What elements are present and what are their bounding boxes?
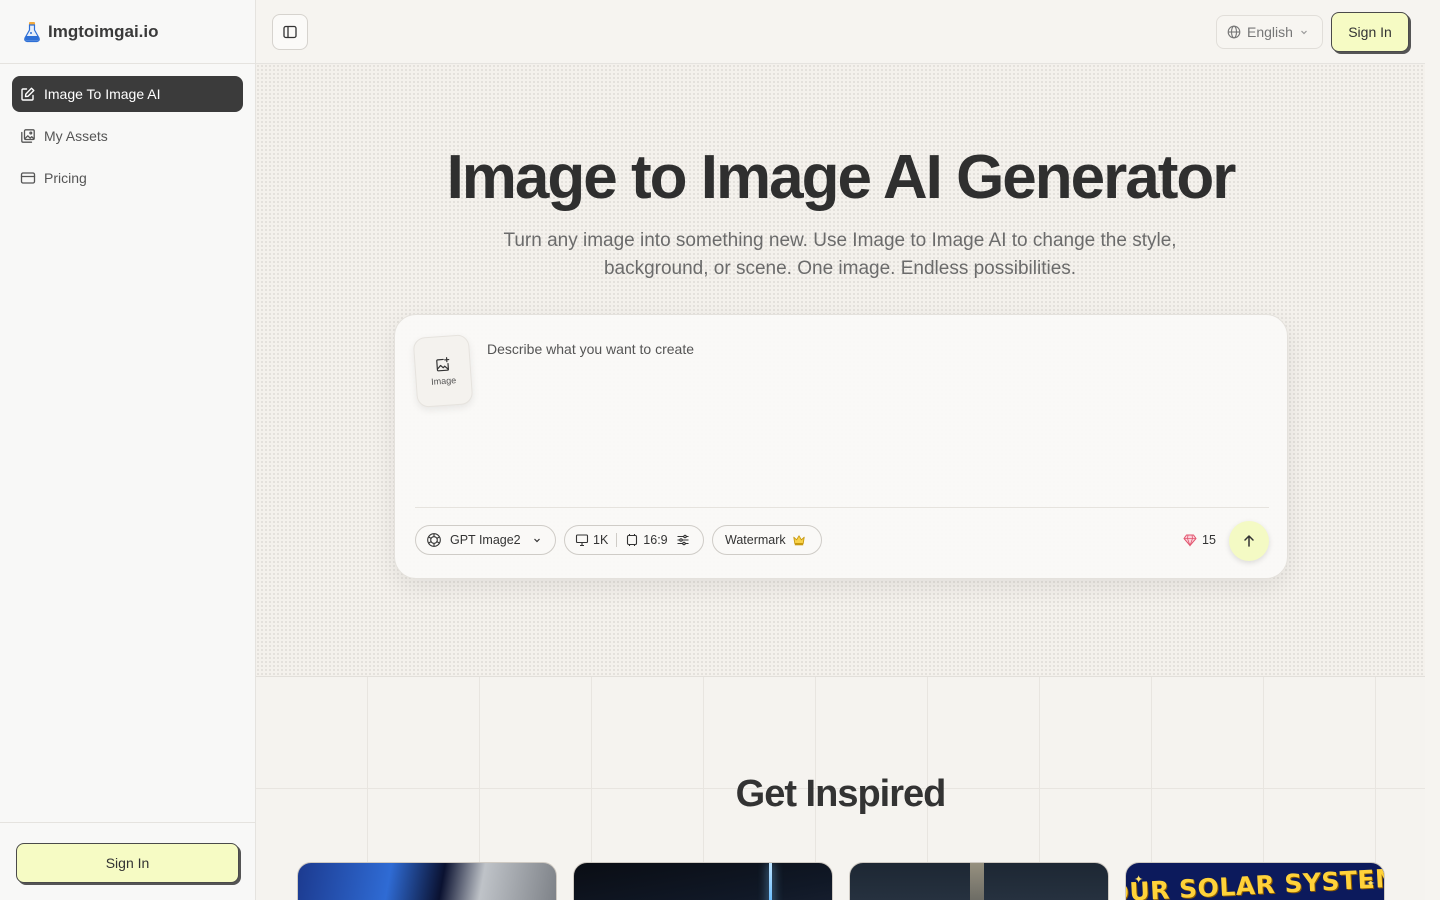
- page-title: Image to Image AI Generator: [446, 143, 1237, 212]
- model-label: GPT Image2: [450, 533, 521, 547]
- prompt-input[interactable]: [487, 341, 1267, 491]
- watermark-label: Watermark: [725, 533, 786, 547]
- inspire-title: Get Inspired: [735, 773, 947, 815]
- flask-logo-icon: [24, 21, 40, 42]
- brand[interactable]: Imgtoimgai.io: [0, 0, 255, 64]
- image-upload-label: Image: [430, 374, 457, 387]
- chip-separator: [616, 533, 618, 547]
- hero-subtitle: Turn any image into something new. Use I…: [503, 230, 1177, 279]
- prompt-card: Image GPT Image2 1K: [394, 314, 1288, 579]
- sidebar-item-label: My Assets: [44, 128, 108, 144]
- image-upload-button[interactable]: Image: [412, 334, 474, 408]
- top-bar: English Sign In: [256, 0, 1425, 64]
- scrollbar-gutter: [1425, 0, 1440, 900]
- sidebar-sign-in-button[interactable]: Sign In: [16, 843, 239, 883]
- chevron-down-icon: [533, 538, 540, 543]
- globe-icon: [1227, 25, 1241, 39]
- aspect-ratio-icon: [627, 534, 638, 546]
- openai-icon: [427, 533, 441, 547]
- language-label: English: [1247, 24, 1293, 40]
- hero-section: Image to Image AI Generator Turn any ima…: [256, 64, 1425, 677]
- chevron-down-icon: [1300, 30, 1307, 35]
- credit-card-icon: [20, 172, 36, 184]
- sidebar-item-label: Pricing: [44, 170, 87, 186]
- arrow-up-icon: [1244, 535, 1254, 547]
- sidebar-item-label: Image To Image AI: [44, 86, 161, 102]
- inspire-section: Get Inspired ✦ ✦ OUR SOLAR SYSTEM: [256, 677, 1425, 900]
- credits-counter: 15: [1183, 531, 1216, 549]
- gem-icon: [1183, 534, 1197, 547]
- sidebar-nav: Image To Image AI My Assets Pricing: [0, 64, 255, 196]
- sidebar-item-pricing[interactable]: Pricing: [12, 160, 243, 196]
- language-selector[interactable]: English: [1216, 15, 1323, 49]
- resolution-settings[interactable]: 1K 16:9: [564, 525, 704, 555]
- edit-icon: [21, 87, 35, 101]
- image-add-icon: [436, 356, 450, 371]
- sliders-icon: [677, 534, 689, 546]
- brand-name: Imgtoimgai.io: [48, 21, 159, 41]
- prompt-divider: [415, 507, 1269, 508]
- inspire-card[interactable]: [573, 862, 833, 900]
- inspire-card-text: OUR SOLAR SYSTEM: [1125, 863, 1385, 900]
- inspire-card[interactable]: ✦ ✦ OUR SOLAR SYSTEM: [1125, 862, 1385, 900]
- credits-value: 15: [1202, 533, 1216, 547]
- resolution-label: 1K: [593, 533, 609, 547]
- aspect-ratio-label: 16:9: [643, 533, 668, 547]
- sidebar-footer: Sign In: [0, 822, 255, 900]
- sidebar: Imgtoimgai.io Image To Image AI My Asset…: [0, 0, 256, 900]
- sidebar-toggle-button[interactable]: [272, 14, 308, 50]
- sidebar-item-my-assets[interactable]: My Assets: [12, 118, 243, 154]
- header-sign-in-button[interactable]: Sign In: [1331, 12, 1409, 52]
- monitor-icon: [575, 534, 589, 547]
- inspire-card[interactable]: [297, 862, 557, 900]
- generate-button[interactable]: [1229, 521, 1269, 561]
- gallery-icon: [21, 129, 35, 143]
- model-selector[interactable]: GPT Image2: [415, 525, 556, 555]
- crown-icon: [793, 535, 805, 546]
- inspire-card[interactable]: [849, 862, 1109, 900]
- sidebar-item-image-to-image[interactable]: Image To Image AI: [12, 76, 243, 112]
- sidebar-toggle-icon: [283, 25, 297, 39]
- watermark-toggle[interactable]: Watermark: [712, 525, 822, 555]
